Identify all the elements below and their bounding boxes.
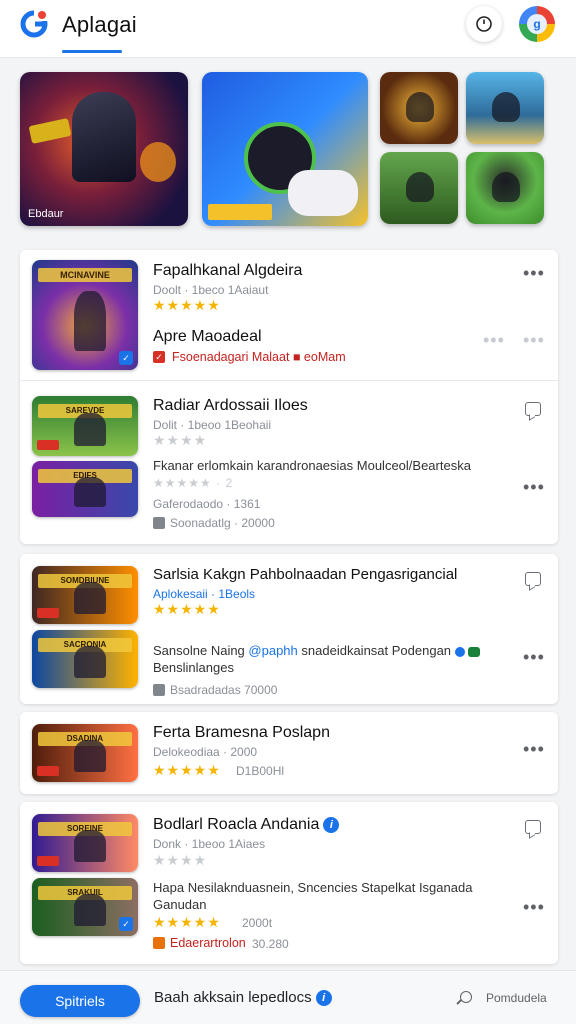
bottom-label: Baah akksain lepedlocs — [154, 989, 312, 1006]
game-thumbnail[interactable]: DSADINA — [32, 724, 138, 782]
search-icon[interactable] — [460, 991, 472, 1003]
item-description: Ganudan — [153, 897, 207, 912]
item-description: Benslinlanges — [153, 660, 234, 675]
item-title[interactable]: Radiar Ardossaii Iloes — [153, 397, 308, 415]
item-meta: Bsadradadas 70000 — [170, 683, 278, 697]
tile-1[interactable] — [380, 72, 458, 144]
game-thumbnail[interactable]: SOMDBIUNE — [32, 566, 138, 624]
info-icon[interactable]: i — [323, 816, 340, 833]
verified-badge-icon: ✓ — [119, 917, 133, 931]
description-text: snadeidkainsat Podengan — [301, 643, 452, 658]
gamepad-icon — [288, 170, 358, 216]
google-logo-icon[interactable] — [20, 10, 48, 38]
rating-stars: ★★★★ — [153, 852, 208, 868]
app-title: Aplagai — [62, 12, 137, 37]
rating-stars: ★★★★★ — [153, 601, 221, 617]
rating-stars: ★★★★ — [153, 432, 208, 448]
list-card-group-1: MCINAVINE ✓ Fapalhkanal Algdeira Doolt ·… — [20, 250, 558, 544]
history-button[interactable] — [466, 6, 502, 42]
clock-icon — [476, 16, 492, 32]
publisher-icon — [153, 937, 165, 949]
more-options-icon[interactable]: ••• — [523, 331, 545, 349]
thumb-title: MCINAVINE — [38, 268, 132, 282]
publisher-link[interactable]: Edaerartrolon — [170, 936, 246, 950]
more-options-icon[interactable]: ••• — [523, 648, 545, 666]
search-link[interactable]: Pomdudela — [486, 991, 547, 1005]
item-meta: Doolt · 1beco 1Aaiaut — [153, 283, 269, 297]
item-description: Sansolne Naing @paphh snadeidkainsat Pod… — [153, 643, 481, 658]
game-thumbnail[interactable]: EDIFS — [32, 461, 138, 517]
verified-badge-icon: ✓ — [119, 351, 133, 365]
item-description: Hapa Nesilaknduasnein, Sncencies Stapelk… — [153, 880, 473, 895]
item-meta: Delokeodiaa · 2000 — [153, 745, 258, 759]
bottom-bar: Spitriels Baah akksain lepedlocs i Pomdud… — [0, 970, 576, 1024]
chat-icon[interactable] — [525, 572, 541, 586]
mention-link[interactable]: @paphh — [248, 643, 297, 658]
game-thumbnail[interactable]: MCINAVINE ✓ — [32, 260, 138, 370]
item-title[interactable]: Bodlarl Roacla Andania i — [153, 816, 340, 834]
hero-caption: Ebdaur — [28, 208, 64, 220]
tile-4[interactable] — [466, 152, 544, 224]
category-icon — [153, 517, 165, 529]
info-icon[interactable]: i — [315, 990, 332, 1007]
publisher-link[interactable]: Aplokesaii · 1Beols — [153, 587, 255, 601]
more-options-icon[interactable]: ••• — [523, 264, 545, 282]
more-options-icon[interactable]: ••• — [483, 331, 505, 349]
featured-banner: Ebdaur — [20, 72, 560, 230]
active-tab-indicator — [62, 50, 122, 53]
tile-2[interactable] — [466, 72, 544, 144]
game-thumbnail[interactable]: SAREVDE — [32, 396, 138, 456]
rating-stars: ★★★★★ — [153, 762, 221, 778]
bottom-text: Baah akksain lepedlocs i — [154, 989, 332, 1007]
item-meta: Dolit · 1beoo 1Beohaii — [153, 418, 272, 432]
globe-icon — [454, 646, 465, 657]
description-text: Sansolne Naing — [153, 643, 245, 658]
item-subtitle: Apre Maoadeal — [153, 328, 262, 345]
tile-3[interactable] — [380, 152, 458, 224]
hero-tile[interactable]: Ebdaur — [20, 72, 188, 226]
more-options-icon[interactable]: ••• — [523, 898, 545, 916]
item-meta: Soonadatlg · 20000 — [170, 516, 275, 530]
item-title[interactable]: Sarlsia Kakgn Pahbolnaadan Pengasriganci… — [153, 566, 457, 583]
item-title[interactable]: Fapalhkanal Algdeira — [153, 262, 302, 280]
chat-icon[interactable] — [525, 820, 541, 834]
avatar-letter: g — [527, 14, 547, 34]
item-title-text: Bodlarl Roacla Andania — [153, 816, 320, 833]
app-header: Aplagai g — [0, 0, 576, 58]
game-thumbnail[interactable]: SRAKUIL ✓ — [32, 878, 138, 936]
item-meta: 30.280 — [252, 937, 289, 951]
publisher-link[interactable]: Fsoenadagari Malaat ■ eoMam — [172, 350, 346, 364]
item-description: Fkanar erlomkain karandronaesias Moulceo… — [153, 458, 471, 473]
primary-button[interactable]: Spitriels — [20, 985, 140, 1017]
rating-stars: ★★★★★ — [153, 914, 221, 930]
rating-stars: ★★★★★ · 2 — [153, 476, 234, 490]
chat-icon[interactable] — [525, 402, 541, 416]
list-card-4: DSADINA Ferta Bramesna Poslapn Delokeodi… — [20, 712, 558, 794]
category-icon — [153, 684, 165, 696]
rating-stars: ★★★★★ — [153, 297, 221, 313]
rating-count: D1B00Hl — [236, 764, 285, 778]
more-options-icon[interactable]: ••• — [523, 478, 545, 496]
more-options-icon[interactable]: ••• — [523, 740, 545, 758]
game-thumbnail[interactable]: SOREINE — [32, 814, 138, 872]
game-thumbnail[interactable]: SACRONIA — [32, 630, 138, 688]
list-card-5: SOREINE SRAKUIL ✓ Bodlarl Roacla Andania… — [20, 802, 558, 964]
list-card-3: SOMDBIUNE SACRONIA Sarlsia Kakgn Pahboln… — [20, 554, 558, 704]
publisher-icon: ✓ — [153, 351, 165, 363]
item-meta: Gaferodaodo · 1361 — [153, 497, 261, 511]
rating-count: 2000t — [242, 916, 273, 930]
verified-icon — [468, 646, 481, 657]
game-controller-tile[interactable] — [202, 72, 368, 226]
item-title[interactable]: Ferta Bramesna Poslapn — [153, 724, 330, 742]
item-meta: Donk · 1beoo 1Aiaes — [153, 837, 266, 851]
avatar[interactable]: g — [519, 6, 555, 42]
